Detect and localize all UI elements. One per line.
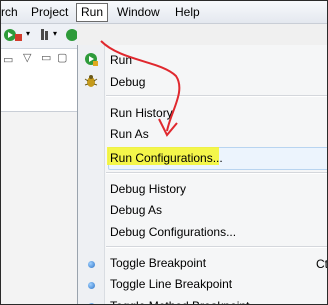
menu-help[interactable]: Help <box>175 4 200 20</box>
breakpoint-icon <box>88 261 95 268</box>
menu-separator <box>106 172 327 174</box>
menu-item-toggle-method-breakpoint[interactable]: Toggle Method Breakpoint <box>110 296 249 304</box>
menu-item-debug-history[interactable]: Debug History <box>110 179 186 199</box>
toolbar: ▾ ▾ <box>1 24 77 48</box>
view-grip-icon: ▭ <box>3 54 14 66</box>
menu-item-run-configurations[interactable]: Run Configurations... <box>110 148 223 168</box>
menu-separator <box>106 246 327 248</box>
menu-search[interactable]: rch <box>1 4 18 20</box>
menu-item-debug-as[interactable]: Debug As <box>110 200 162 220</box>
menu-window[interactable]: Window <box>117 4 160 20</box>
eclipse-window: rch Project Run Window Help ▾ ▾ ▭ ▽ ▭ ▢ <box>0 0 328 305</box>
menu-run[interactable]: Run <box>76 3 109 22</box>
menu-bar: rch Project Run Window Help <box>1 1 327 24</box>
minimize-icon[interactable]: ▭ <box>41 51 51 64</box>
chevron-down-icon[interactable]: ▾ <box>53 29 57 38</box>
menu-project[interactable]: Project <box>31 4 68 20</box>
pin-icon[interactable] <box>39 28 51 42</box>
run-dropdown-icon[interactable] <box>65 28 77 42</box>
view-menu-icon[interactable]: ▽ <box>23 51 31 64</box>
stop-badge-icon <box>15 34 22 41</box>
menu-item-debug-configurations[interactable]: Debug Configurations... <box>110 222 236 242</box>
annotation-arrow <box>100 40 181 137</box>
maximize-icon[interactable]: ▢ <box>57 51 67 64</box>
menu-item-toggle-breakpoint[interactable]: Toggle Breakpoint <box>110 253 206 273</box>
toggle-breakpoint-shortcut: Ct <box>316 257 328 271</box>
chevron-down-icon[interactable]: ▾ <box>26 29 30 38</box>
menu-item-toggle-line-breakpoint[interactable]: Toggle Line Breakpoint <box>110 274 232 294</box>
breakpoint-icon <box>88 282 95 289</box>
editor-area: ▭ ▽ ▭ ▢ <box>1 48 77 304</box>
view-header: ▭ ▽ ▭ ▢ <box>1 49 77 112</box>
